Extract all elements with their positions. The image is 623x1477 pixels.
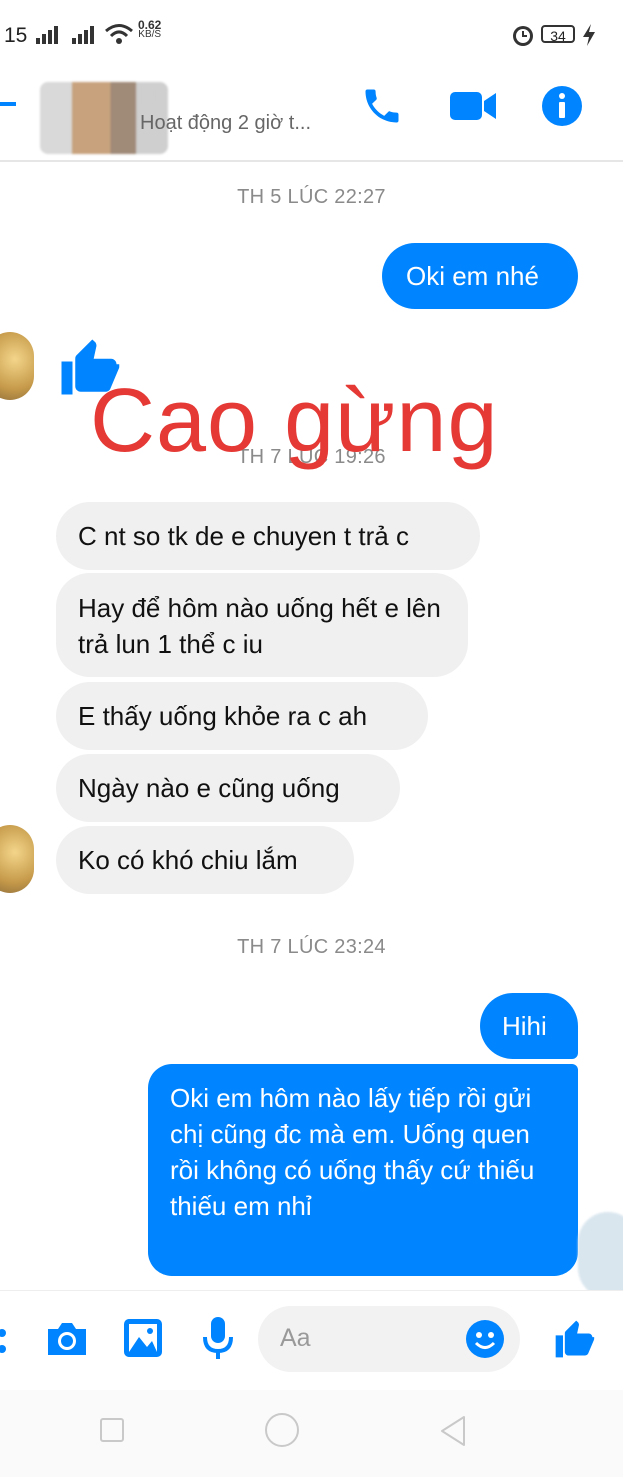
message-text: Ko có khó chiu lắm (78, 845, 298, 875)
system-navigation-bar (0, 1390, 623, 1477)
message-composer: Aa (0, 1290, 623, 1391)
video-camera-icon[interactable] (448, 88, 498, 124)
emoji-icon[interactable] (464, 1318, 506, 1360)
info-icon[interactable] (540, 84, 584, 128)
message-text: Hay để hôm nào uống hết e lên trả lun 1 … (78, 593, 441, 659)
avatar[interactable] (0, 332, 34, 400)
net-speed-unit: KB/S (138, 29, 162, 40)
avatar[interactable] (0, 825, 34, 893)
message-incoming[interactable]: C nt so tk de e chuyen t trả c (56, 502, 480, 570)
charging-icon (583, 24, 595, 46)
message-text: E thấy uống khỏe ra c ah (78, 701, 368, 731)
nav-back-icon[interactable] (438, 1414, 468, 1448)
message-incoming[interactable]: Ko có khó chiu lắm (56, 826, 354, 894)
nav-circle-icon[interactable] (265, 1413, 299, 1447)
thumbs-up-icon[interactable] (552, 1315, 596, 1363)
more-icon[interactable] (0, 1321, 12, 1361)
chat-header: iu Hoạt động 2 giờ t... (0, 62, 623, 162)
back-arrow-icon[interactable] (0, 94, 20, 114)
message-outgoing[interactable]: Hihi (480, 993, 578, 1059)
message-incoming[interactable]: Hay để hôm nào uống hết e lên trả lun 1 … (56, 573, 468, 677)
battery-icon: 34 (541, 25, 575, 44)
contact-name[interactable]: iu (140, 82, 157, 108)
message-outgoing[interactable]: Oki em hôm nào lấy tiếp rồi gửi chị cũng… (148, 1064, 578, 1276)
date-separator: TH 5 LÚC 22:27 (237, 186, 386, 208)
message-input-placeholder: Aa (280, 1324, 311, 1352)
nav-square-icon[interactable] (100, 1418, 124, 1442)
phone-icon[interactable] (360, 84, 404, 128)
date-separator: TH 7 LÚC 23:24 (237, 936, 386, 958)
message-incoming[interactable]: E thấy uống khỏe ra c ah (56, 682, 428, 750)
message-text: Ngày nào e cũng uống (78, 773, 340, 803)
wifi-icon (105, 24, 133, 44)
message-incoming[interactable]: Ngày nào e cũng uống (56, 754, 400, 822)
signal-icon (36, 26, 62, 44)
image-icon[interactable] (122, 1317, 164, 1359)
status-time: 15 (4, 24, 28, 47)
contact-status: Hoạt động 2 giờ t... (140, 112, 311, 134)
watermark-text: Cao gừng (90, 371, 499, 471)
camera-icon[interactable] (44, 1319, 90, 1359)
alarm-icon (513, 26, 533, 46)
status-bar: 15 0.62 KB/S 34 (0, 0, 623, 62)
message-input[interactable]: Aa (258, 1306, 520, 1372)
microphone-icon[interactable] (200, 1315, 236, 1363)
message-text: C nt so tk de e chuyen t trả c (78, 521, 409, 551)
message-text: Oki em hôm nào lấy tiếp rồi gửi chị cũng… (170, 1083, 535, 1221)
signal-icon (72, 26, 98, 44)
read-receipt-avatar (578, 1212, 623, 1298)
message-text: Hihi (502, 1011, 547, 1041)
message-outgoing[interactable]: Oki em nhé (382, 243, 578, 309)
net-speed: 0.62 KB/S (138, 19, 162, 40)
message-text: Oki em nhé (406, 261, 539, 291)
